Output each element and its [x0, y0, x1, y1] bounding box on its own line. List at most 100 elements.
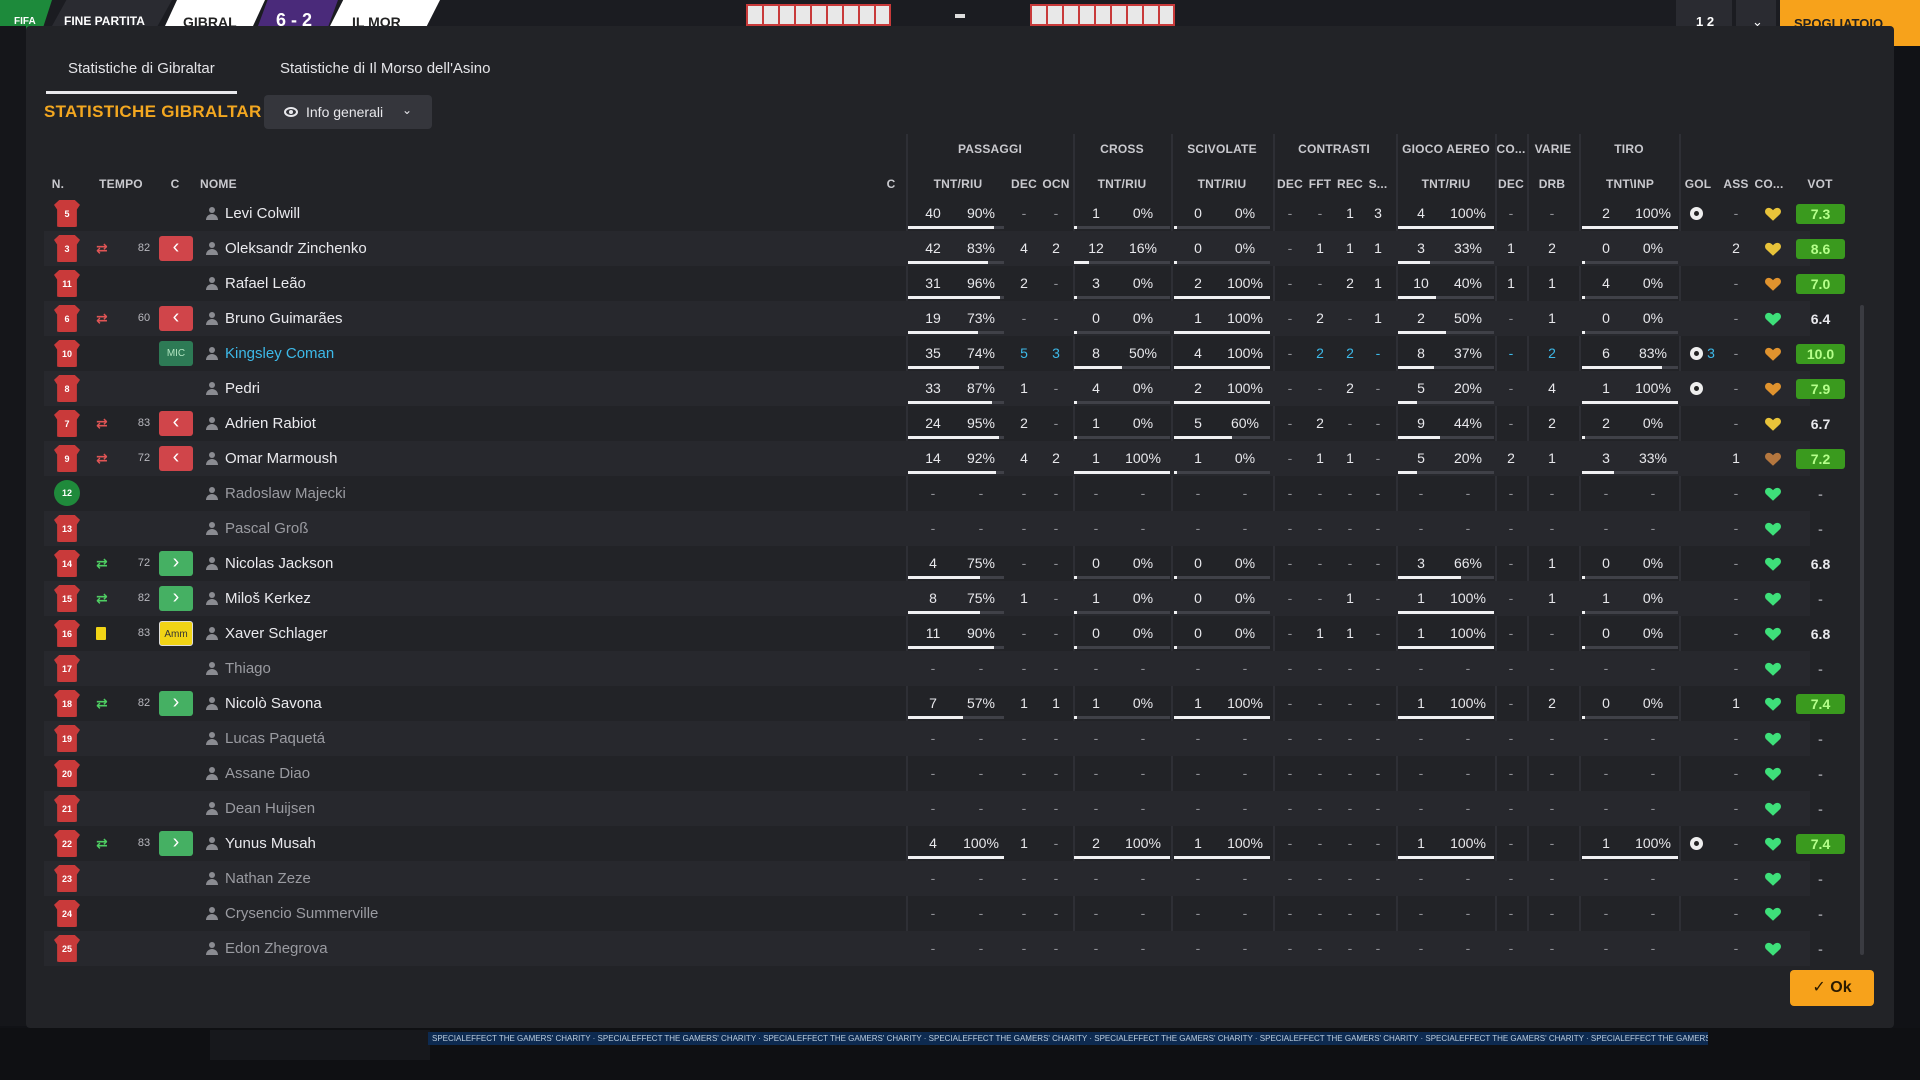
player-name[interactable]: Levi Colwill: [225, 196, 300, 231]
column-header-cs[interactable]: S...: [1366, 177, 1390, 191]
table-row[interactable]: 23 Nathan Zeze - - - - - - - - - - - - - - - - - - - -: [44, 861, 1823, 896]
table-row[interactable]: 21 Dean Huijsen - - - - - - - - - - - - - - - - - - - -: [44, 791, 1823, 826]
player-name[interactable]: Crysencio Summerville: [225, 896, 378, 931]
view-filter-dropdown[interactable]: Info generali ⌄: [264, 95, 432, 129]
table-row[interactable]: 19 Lucas Paquetá - - - - - - - - - - - - - - - - - - - -: [44, 721, 1823, 756]
column-header-c2[interactable]: C: [884, 177, 898, 191]
tab-away-stats[interactable]: Statistiche di Il Morso dell'Asino: [258, 44, 512, 94]
stat-cell: -: [1053, 905, 1059, 921]
column-header-codec[interactable]: DEC: [1496, 177, 1526, 191]
assists-cell: -: [1733, 310, 1739, 326]
condition-heart-icon: [1764, 835, 1782, 853]
table-row[interactable]: 8 Pedri 33 87% 1 - 4 0% 2 100% - - 2 - 5 20% - 4 1 100% - 7.9: [44, 371, 1845, 406]
player-name[interactable]: Bruno Guimarães: [225, 301, 343, 336]
column-header-pocn[interactable]: OCN: [1040, 177, 1072, 191]
column-header-cfft[interactable]: FFT: [1306, 177, 1334, 191]
table-row[interactable]: 20 Assane Diao - - - - - - - - - - - - - - - - - - - -: [44, 756, 1823, 791]
player-name[interactable]: Pascal Groß: [225, 511, 308, 546]
table-row[interactable]: 6 ⇄ 60 ‹ Bruno Guimarães 19 73% - -0 0% 1 100% -2-1 2…: [44, 301, 1830, 336]
player-name[interactable]: Rafael Leão: [225, 266, 306, 301]
table-row[interactable]: 3 ⇄ 82 ‹ Oleksandr Zinchenko 42 83% 4 2 12 16% 0 0% -…: [44, 231, 1845, 266]
column-header-gol[interactable]: GOL: [1680, 177, 1716, 191]
player-name[interactable]: Yunus Musah: [225, 826, 316, 861]
player-icon: [206, 627, 218, 640]
table-row[interactable]: 17 Thiago - - - - - - - - - - - - - - - - - - - -: [44, 651, 1823, 686]
column-header-nome[interactable]: NOME: [200, 177, 260, 191]
ok-button[interactable]: ✓ Ok: [1790, 970, 1874, 1006]
table-row[interactable]: 15 ⇄ 82 › Miloš Kerkez 8 75% 1-1 0% 0 0% - -1-1 100% -…: [44, 581, 1823, 616]
column-header-cdec[interactable]: DEC: [1276, 177, 1304, 191]
half-toggle-button[interactable]: 1 2: [1676, 0, 1732, 29]
assists-cell: 1: [1732, 450, 1740, 466]
table-row[interactable]: 9 ⇄ 72 ‹ Omar Marmoush 14 92% 4 2 1 100% 1 0% -1 1-5 20…: [44, 441, 1845, 476]
player-name[interactable]: Thiago: [225, 651, 271, 686]
stat-cell: -: [1650, 800, 1656, 816]
player-name[interactable]: Pedri: [225, 371, 260, 406]
stat-cell: 0%: [1132, 590, 1154, 606]
stat-cell: -: [1053, 940, 1059, 956]
stat-cell: 2: [1548, 695, 1556, 711]
scrollbar[interactable]: [1860, 305, 1864, 955]
table-row[interactable]: 18 ⇄ 82 › Nicolò Savona 7 57% 1 1 1 0% 1 100% - - - -1 10…: [44, 686, 1845, 721]
condition-heart-icon: [1764, 905, 1782, 923]
sub-in-icon: ⇄: [96, 695, 108, 711]
stat-cell: 1: [1417, 590, 1425, 606]
player-name[interactable]: Oleksandr Zinchenko: [225, 231, 367, 266]
player-name[interactable]: Xaver Schlager: [225, 616, 328, 651]
column-header-vot[interactable]: VOT: [1794, 177, 1846, 191]
player-name[interactable]: Assane Diao: [225, 756, 310, 791]
player-name[interactable]: Lucas Paquetá: [225, 721, 325, 756]
player-name[interactable]: Adrien Rabiot: [225, 406, 316, 441]
stat-cell: 4: [1092, 380, 1100, 396]
substituted-out-badge: ‹: [159, 236, 193, 261]
column-header-aer[interactable]: TNT/RIU: [1400, 177, 1492, 191]
table-row[interactable]: 24 Crysencio Summerville - - - - - - - - - - - - - - - - -…: [44, 896, 1823, 931]
stat-cell: -: [1508, 905, 1514, 921]
column-header-co[interactable]: CO...: [1752, 177, 1786, 191]
table-row[interactable]: 10 MIC Kingsley Coman 35 74% 5 3 8 50% 4 100% - 2 2 - 8…: [44, 336, 1845, 371]
column-header-cro[interactable]: TNT/RIU: [1076, 177, 1168, 191]
table-row[interactable]: 14 ⇄ 72 › Nicolas Jackson 4 75% - -0 0% 0 0% - - - -3 66…: [44, 546, 1830, 581]
stat-cell: -: [930, 485, 936, 501]
column-header-tiro[interactable]: TNT\INP: [1584, 177, 1676, 191]
tab-home-stats[interactable]: Statistiche di Gibraltar: [46, 44, 237, 94]
table-row[interactable]: 25 Edon Zhegrova - - - - - - - - - - - - - - - - - - - -: [44, 931, 1823, 966]
column-header-sci[interactable]: TNT/RIU: [1176, 177, 1268, 191]
table-row[interactable]: 5 Levi Colwill 40 90% - - 1 0% 0 0% - - 1 3 4 100% - - 2 10…: [44, 196, 1845, 231]
stat-cell: 7: [929, 695, 937, 711]
table-row[interactable]: 22 ⇄ 83 › Yunus Musah 4 100% 1-2 100% 1 100% - - - -1 1…: [44, 826, 1845, 861]
player-name[interactable]: Radoslaw Majecki: [225, 476, 346, 511]
player-icon: [206, 942, 218, 955]
table-row[interactable]: 7 ⇄ 83 ‹ Adrien Rabiot 24 95% 2-1 0% 5 60% -2- -9 44%…: [44, 406, 1830, 441]
stat-cell: 2: [1548, 415, 1556, 431]
column-header-c[interactable]: C: [168, 177, 182, 191]
table-row[interactable]: 13 Pascal Groß - - - - - - - - - - - - - - - - - - - -: [44, 511, 1823, 546]
expand-button[interactable]: ⌄: [1736, 0, 1776, 29]
column-header-ass[interactable]: ASS: [1722, 177, 1750, 191]
player-name[interactable]: Nicolò Savona: [225, 686, 322, 721]
stat-cell: 1: [1548, 275, 1556, 291]
column-header-n[interactable]: N.: [44, 177, 72, 191]
player-name[interactable]: Nicolas Jackson: [225, 546, 333, 581]
stat-cell: -: [1347, 905, 1353, 921]
column-header-drb[interactable]: DRB: [1530, 177, 1574, 191]
table-row[interactable]: 12 Radoslaw Majecki - - - - - - - - - - - - - - - - - - - -: [44, 476, 1823, 511]
column-header-crec[interactable]: REC: [1336, 177, 1364, 191]
stat-cell: 0%: [1132, 205, 1154, 221]
stat-cell: 1: [1194, 450, 1202, 466]
column-header-pas[interactable]: TNT/RIU: [912, 177, 1004, 191]
column-header-tempo[interactable]: TEMPO: [96, 177, 146, 191]
player-name[interactable]: Nathan Zeze: [225, 861, 311, 896]
player-name[interactable]: Dean Huijsen: [225, 791, 315, 826]
shirt-number-icon: 12: [54, 480, 80, 506]
table-row[interactable]: 16 83 Amm Xaver Schlager 11 90% - -0 0% 0 0% -1 1-1 1…: [44, 616, 1830, 651]
stat-cell: -: [1418, 520, 1424, 536]
player-name[interactable]: Kingsley Coman: [225, 336, 334, 371]
column-header-pdec[interactable]: DEC: [1008, 177, 1040, 191]
player-name[interactable]: Edon Zhegrova: [225, 931, 328, 966]
stat-cell: -: [1508, 415, 1514, 431]
stat-cell: -: [1465, 520, 1471, 536]
player-name[interactable]: Omar Marmoush: [225, 441, 338, 476]
table-row[interactable]: 11 Rafael Leão 31 96% 2-3 0% 2 100% - -2 1 10 40% 1 1 4…: [44, 266, 1845, 301]
player-name[interactable]: Miloš Kerkez: [225, 581, 311, 616]
